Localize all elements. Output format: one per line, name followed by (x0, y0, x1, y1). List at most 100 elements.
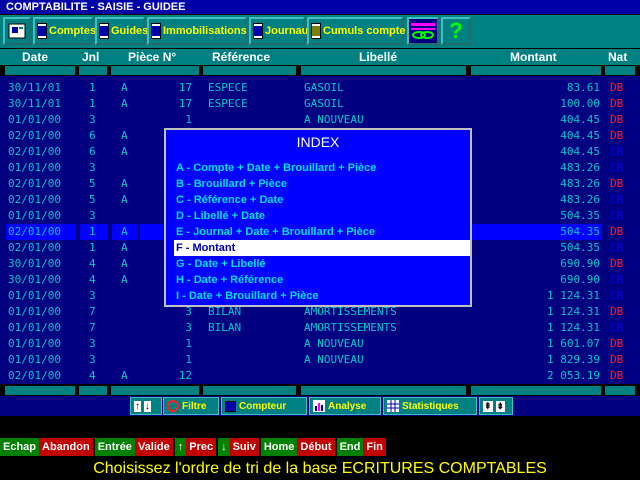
table-row[interactable]: 30/11/01 1 A 17 ESPECE GASOIL 100.00 DB (0, 96, 640, 112)
col-date[interactable]: Date (22, 49, 48, 65)
cell: 83.61 (566, 81, 600, 94)
key-end[interactable]: End Fin (336, 438, 386, 456)
cell: 01/01/00 (8, 321, 61, 334)
up-down-arrows[interactable]: ↑ ↓ (130, 397, 162, 415)
cell: 02/01/00 (8, 177, 61, 190)
table-row[interactable]: 02/01/00 4 A 12 2 053.19 DB (0, 368, 640, 384)
col-nat[interactable]: Nat (608, 49, 627, 65)
cell: 1 (185, 113, 192, 126)
cell: CR (610, 193, 624, 206)
grid-icon (387, 400, 399, 412)
cell: 1 (89, 241, 96, 254)
cell: 1 124.31 (547, 305, 600, 318)
analyse-label: Analyse (328, 400, 367, 412)
cell: DB (610, 353, 624, 366)
cell: DB (610, 337, 624, 350)
cell: 30/01/00 (8, 273, 61, 286)
cell: 504.35 (560, 241, 600, 254)
cell: A (121, 177, 128, 190)
index-option[interactable]: I - Date + Brouillard + Pièce (174, 288, 470, 304)
key-desc: Valide (134, 438, 173, 456)
index-popup: INDEX A - Compte + Date + Brouillard + P… (164, 128, 472, 307)
filtre-button[interactable]: Filtre (163, 397, 219, 415)
index-option[interactable]: D - Libellé + Date (174, 208, 470, 224)
cell: A (121, 241, 128, 254)
key-desc: Début (297, 438, 335, 456)
footer-divider (79, 386, 107, 395)
header-divider (301, 66, 466, 75)
page-up-icon: ⇞ (483, 400, 493, 412)
index-option[interactable]: A - Compte + Date + Brouillard + Pièce (174, 160, 470, 176)
col-libelle[interactable]: Libellé (359, 49, 397, 65)
index-option[interactable]: C - Référence + Date (174, 192, 470, 208)
compteur-button[interactable]: Compteur (221, 397, 307, 415)
cell: 3 (185, 321, 192, 334)
cell: 1 124.31 (547, 289, 600, 302)
footer-divider (5, 386, 75, 395)
index-option[interactable]: E - Journal + Date + Brouillard + Pièce (174, 224, 470, 240)
cell: A (121, 97, 128, 110)
cell: 100.00 (560, 97, 600, 110)
cell: 02/01/00 (8, 145, 61, 158)
book-icon (253, 23, 263, 39)
cell: A NOUVEAU (304, 337, 364, 350)
key-legend: Echap Abandon Entrée Valide ↑ Prec ↓ Suiv Ho… (0, 438, 388, 456)
guides-button[interactable]: Guides (95, 17, 149, 45)
key-desc: Suiv (229, 438, 259, 456)
cumuls-compte-button[interactable]: Cumuls compte (307, 17, 406, 45)
header-divider (471, 66, 601, 75)
key-desc: Prec (186, 438, 217, 456)
cell: 1 124.31 (547, 321, 600, 334)
key-desc: Abandon (39, 438, 93, 456)
book-icon (151, 23, 161, 39)
table-row[interactable]: 01/01/00 3 1 A NOUVEAU 1 829.39 DB (0, 352, 640, 368)
counter-icon (225, 400, 236, 412)
app-icon[interactable] (3, 17, 31, 45)
col-jnl[interactable]: Jnl (82, 49, 99, 65)
table-row[interactable]: 01/01/00 3 1 A NOUVEAU 404.45 DB (0, 112, 640, 128)
key-up[interactable]: ↑ Prec (174, 438, 217, 456)
comptes-button[interactable]: Comptes (33, 17, 96, 45)
cell: 483.26 (560, 177, 600, 190)
cell: 02/01/00 (8, 369, 61, 382)
statistiques-label: Statistiques (402, 400, 459, 412)
cell: 30/11/01 (8, 81, 61, 94)
table-row[interactable]: 01/01/00 3 1 A NOUVEAU 1 601.07 DB (0, 336, 640, 352)
index-option[interactable]: B - Brouillard + Pièce (174, 176, 470, 192)
table-row[interactable]: 01/01/00 7 3 BILAN AMORTISSEMENTS 1 124.31 CR (0, 320, 640, 336)
journaux-button[interactable]: Journaux (249, 17, 315, 45)
page-arrows[interactable]: ⇞ ⇟ (479, 397, 513, 415)
footer-divider (605, 386, 635, 395)
key-home[interactable]: Home Début (260, 438, 335, 456)
column-headers: Date Jnl Pièce N° Référence Libellé Mont… (0, 49, 640, 65)
cell: 01/01/00 (8, 305, 61, 318)
cell: 4 (89, 273, 96, 286)
cell: 504.35 (560, 209, 600, 222)
bar-chart-icon (313, 400, 325, 412)
col-reference[interactable]: Référence (212, 49, 270, 65)
key-label: ↑ (174, 438, 187, 456)
table-row[interactable]: 30/11/01 1 A 17 ESPECE GASOIL 83.61 DB (0, 80, 640, 96)
cell: 01/01/00 (8, 289, 61, 302)
index-option[interactable]: H - Date + Référence (174, 272, 470, 288)
cell: CR (610, 273, 624, 286)
index-option[interactable]: F - Montant (174, 240, 470, 256)
popup-title: INDEX (296, 134, 340, 150)
analyse-button[interactable]: Analyse (309, 397, 381, 415)
cell: 12 (178, 369, 192, 382)
statistiques-button[interactable]: Statistiques (383, 397, 477, 415)
link-icon[interactable] (407, 17, 439, 45)
key-down[interactable]: ↓ Suiv (218, 438, 259, 456)
cell: GASOIL (304, 97, 344, 110)
col-piece[interactable]: Pièce N° (128, 49, 176, 65)
index-option[interactable]: G - Date + Libellé (174, 256, 470, 272)
key-entree[interactable]: Entrée Valide (94, 438, 173, 456)
cell: 30/11/01 (8, 97, 61, 110)
help-icon[interactable]: ? (441, 17, 471, 45)
immobilisations-button[interactable]: Immobilisations (147, 17, 247, 45)
col-montant[interactable]: Montant (510, 49, 557, 65)
key-echap[interactable]: Echap Abandon (0, 438, 93, 456)
guides-label: Guides (111, 25, 149, 37)
sum-icon (311, 23, 321, 39)
cell: A (121, 81, 128, 94)
